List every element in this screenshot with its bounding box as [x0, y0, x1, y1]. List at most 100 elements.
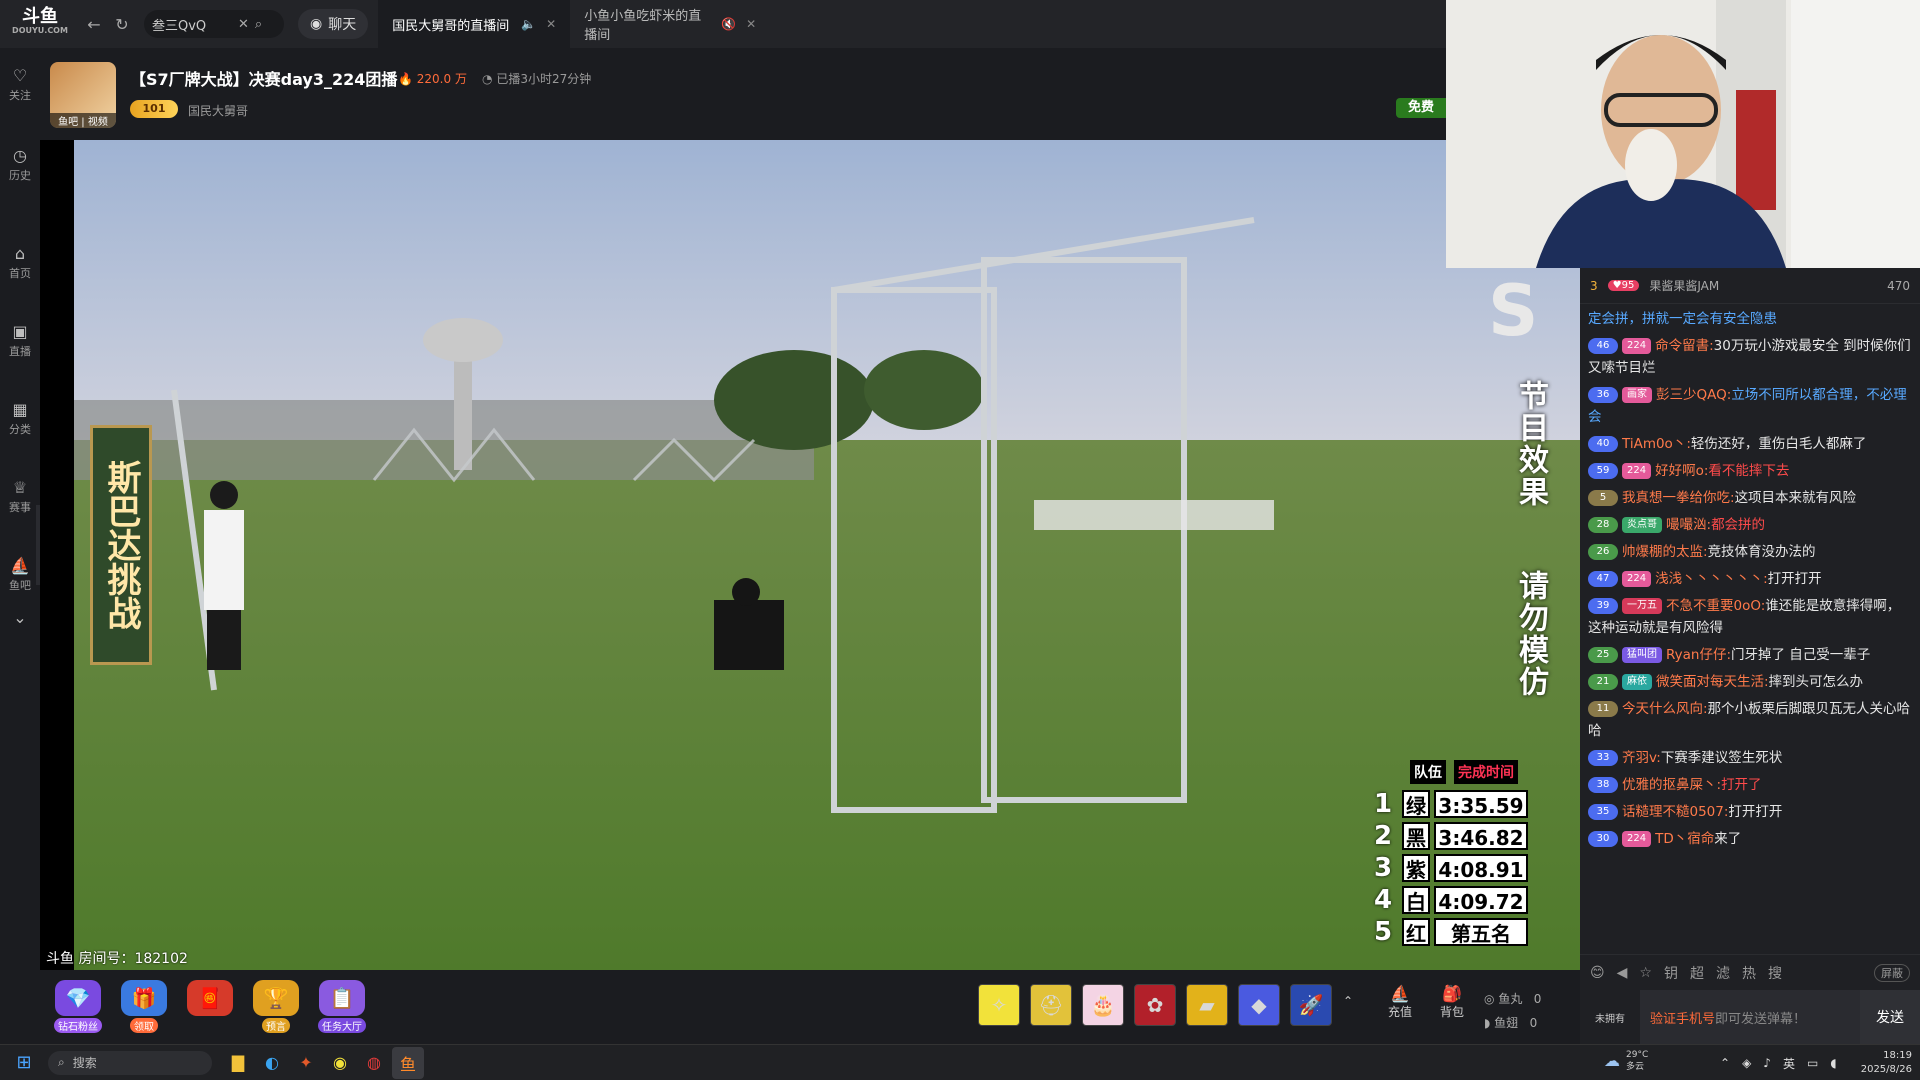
speaker-icon[interactable]: 🔈 — [521, 17, 536, 31]
gift-item[interactable]: ⛑ — [1030, 984, 1072, 1026]
search-danmu-icon[interactable]: 搜 — [1768, 963, 1782, 983]
rocket-icon: 🚀 — [1298, 993, 1324, 1017]
chat-message: 25 猛叫团 Ryan仔仔:门牙掉了 自己受一辈子 — [1588, 644, 1912, 666]
top-user-name[interactable]: 果酱果酱JAM — [1649, 277, 1719, 294]
scoreboard-header: 队伍 完成时间 — [1410, 760, 1570, 784]
chat-username[interactable]: TiAm0o丶: — [1622, 436, 1691, 452]
sidebar-item-category[interactable]: ▦ 分类 — [0, 400, 40, 437]
file-explorer-icon[interactable]: ▇ — [222, 1047, 254, 1079]
chat-text: 轻伤还好，重伤白毛人都麻了 — [1690, 436, 1867, 452]
tab-room-1[interactable]: 国民大舅哥的直播间 🔈 ✕ — [378, 0, 571, 48]
chat-button[interactable]: ◉ 聊天 — [298, 9, 369, 39]
sidebar-item-follow[interactable]: ♡ 关注 — [0, 66, 40, 103]
ime-indicator[interactable]: 英 — [1783, 1055, 1795, 1072]
chat-username[interactable]: 帅爆棚的太监: — [1622, 544, 1708, 560]
chat-username[interactable]: 好好啊o: — [1655, 463, 1708, 479]
chat-username[interactable]: Ryan仔仔: — [1666, 647, 1731, 663]
sidebar-item-home[interactable]: ⌂ 首页 — [0, 244, 40, 281]
start-button[interactable]: ⊞ — [0, 1045, 48, 1080]
edge-icon[interactable]: ◐ — [256, 1047, 288, 1079]
tab-label: 小鱼小鱼吃虾米的直播间 — [584, 9, 702, 43]
chat-username[interactable]: 今天什么风向: — [1622, 701, 1708, 717]
gift-item[interactable]: 🎂 — [1082, 984, 1124, 1026]
mic-icon[interactable]: ♪ — [1763, 1056, 1771, 1070]
gift-item[interactable]: ✧ — [978, 984, 1020, 1026]
key-icon[interactable]: 钥 — [1664, 963, 1678, 983]
sidebar-item-live[interactable]: ▣ 直播 — [0, 322, 40, 359]
weather-widget[interactable]: ☁ 29°C 多云 — [1604, 1049, 1648, 1073]
refresh-button[interactable]: ↻ — [108, 10, 136, 38]
close-tab-icon[interactable]: ✕ — [546, 17, 556, 31]
chat-username[interactable]: 浅浅丶丶丶丶丶丶: — [1655, 571, 1768, 587]
backpack-button[interactable]: 🎒 背包 — [1432, 984, 1472, 1020]
chat-username[interactable]: 我真想一拳给你吃: — [1622, 490, 1735, 506]
gift-item[interactable]: ▰ — [1186, 984, 1228, 1026]
no-role-badge[interactable]: 未拥有 — [1580, 1010, 1640, 1025]
lucky-bag-button[interactable]: 🧧 — [182, 980, 238, 1018]
send-button[interactable]: 发送 — [1860, 990, 1920, 1044]
chat-username[interactable]: 不急不重要0oO: — [1666, 598, 1765, 614]
grid-icon: ▦ — [12, 400, 28, 419]
chat-username[interactable]: 话糙理不糙0507: — [1622, 804, 1728, 820]
star-icon[interactable]: ☆ — [1639, 965, 1652, 981]
lucky-bag-icon: 🧧 — [187, 980, 233, 1016]
super-danmu-icon[interactable]: 超 — [1690, 963, 1704, 983]
taskbar-search[interactable]: ⌕ 搜索 — [48, 1050, 212, 1075]
mute-icon[interactable]: 🔇 — [721, 17, 736, 31]
chat-username[interactable]: 微笑面对每天生活: — [1656, 674, 1769, 690]
gift-item[interactable]: 🚀 — [1290, 984, 1332, 1026]
chevron-up-icon[interactable]: ⌃ — [1720, 1056, 1730, 1070]
volume-icon[interactable]: ◖ — [1830, 1056, 1836, 1070]
douyu-logo[interactable]: 斗鱼 DOUYU.COM — [0, 0, 80, 48]
claim-button[interactable]: 🎁 领取 — [116, 980, 172, 1033]
filter-icon[interactable]: 滤 — [1716, 963, 1730, 983]
gift-box-icon: 🎁 — [121, 980, 167, 1016]
hot-icon[interactable]: 热 — [1742, 963, 1756, 983]
scoreboard-row: 4 白 4:09.72 — [1370, 885, 1570, 915]
chrome-icon[interactable]: ◉ — [324, 1047, 356, 1079]
back-button[interactable]: ← — [80, 10, 108, 38]
system-tray: ⌃ ◈ ♪ 英 ▭ ◖ — [1720, 1045, 1837, 1080]
tab-room-2[interactable]: 小鱼小鱼吃虾米的直播间 🔇 ✕ — [570, 0, 770, 48]
douyu-app-icon[interactable]: 鱼 — [392, 1046, 424, 1079]
recharge-button[interactable]: ⛵ 充值 — [1380, 984, 1420, 1020]
danmu-input[interactable]: 验证手机号 即可发送弹幕！ — [1640, 990, 1860, 1044]
chat-username[interactable]: 命令留書: — [1655, 338, 1714, 354]
network-icon[interactable]: ▭ — [1807, 1056, 1818, 1070]
chat-username[interactable]: 嘬嘬汹: — [1666, 517, 1711, 533]
taskbar-clock[interactable]: 18:19 2025/8/26 — [1861, 1049, 1912, 1077]
shield-tray-icon[interactable]: ◈ — [1742, 1056, 1751, 1070]
free-gift-button[interactable]: 免费 — [1396, 98, 1446, 118]
clear-search-icon[interactable]: ✕ — [238, 17, 249, 32]
search-input[interactable] — [152, 16, 232, 32]
chat-username[interactable]: 彭三少QAQ: — [1656, 387, 1731, 403]
gift-item[interactable]: ✿ — [1134, 984, 1176, 1026]
chat-username[interactable]: 齐羽v: — [1622, 750, 1661, 766]
netease-music-icon[interactable]: ◍ — [358, 1047, 390, 1079]
chat-message-list[interactable]: 定会拼，拼就一定会有安全隐患 46 224 命令留書:30万玩小游戏最安全 到时候你… — [1580, 304, 1920, 936]
prophecy-button[interactable]: 🏆 预言 — [248, 980, 304, 1033]
diamond-fan-button[interactable]: 💎 钻石粉丝 — [50, 980, 106, 1033]
host-avatar[interactable]: 鱼吧 | 视频 — [50, 62, 116, 128]
user-level-badge: 46 — [1588, 338, 1618, 354]
fishball-label: 鱼丸 — [1498, 992, 1523, 1006]
gift-item[interactable]: ◆ — [1238, 984, 1280, 1026]
host-name[interactable]: 国民大舅哥 — [188, 102, 248, 119]
close-tab-icon[interactable]: ✕ — [746, 17, 756, 31]
chat-username[interactable]: TD丶宿命 — [1655, 831, 1714, 847]
app-icon[interactable]: ✦ — [290, 1047, 322, 1079]
speaker-icon[interactable]: ◀ — [1617, 965, 1628, 981]
chat-username[interactable]: 优雅的抠鼻屎丶: — [1622, 777, 1721, 793]
verify-phone-link[interactable]: 验证手机号 — [1650, 1008, 1715, 1027]
sidebar-item-history[interactable]: ◷ 历史 — [0, 146, 40, 183]
sidebar-item-events[interactable]: ♕ 赛事 — [0, 478, 40, 515]
task-hall-button[interactable]: 📋 任务大厅 — [314, 980, 370, 1033]
emoji-icon[interactable]: 😊 — [1590, 965, 1605, 981]
sidebar-item-fishbar[interactable]: ⛵ 鱼吧 — [0, 556, 40, 593]
shield-toggle[interactable]: 屏蔽 — [1874, 963, 1910, 982]
gift-expand-button[interactable]: ⌃ — [1340, 994, 1356, 1008]
avatar-tag[interactable]: 鱼吧 | 视频 — [50, 113, 116, 128]
sidebar-more-button[interactable]: ⌄ — [0, 608, 40, 629]
search-icon[interactable]: ⌕ — [255, 17, 262, 32]
video-player[interactable]: 斯巴达挑战 S 节目效果 请勿模仿 队伍 完成时间 1 绿 3:35.59 2 … — [40, 140, 1580, 970]
